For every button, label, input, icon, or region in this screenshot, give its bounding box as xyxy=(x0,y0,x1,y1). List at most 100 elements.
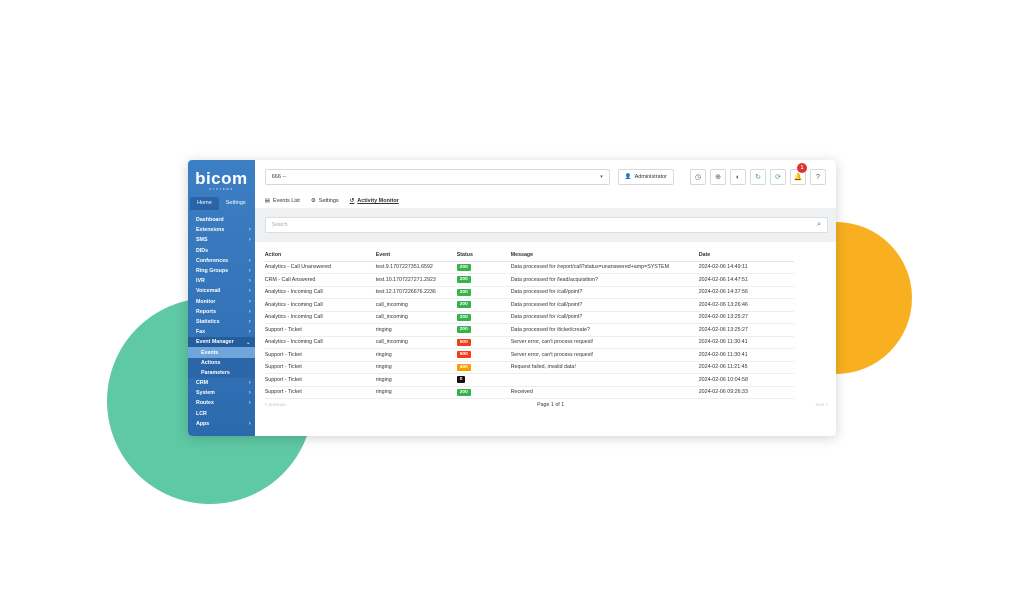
cell-date: 2024-02-06 09:26:33 xyxy=(698,386,794,399)
refresh-icon[interactable]: ↻ xyxy=(750,169,766,185)
table-row[interactable]: Support - Ticket ringing 200 Received 2024-0… xyxy=(264,386,794,399)
cell-status: 200 xyxy=(456,386,511,399)
table-row[interactable]: Analytics - Call Unanswered test.9.170722… xyxy=(264,261,794,274)
search-icon[interactable]: ⌕ xyxy=(817,221,821,229)
sidebar-item-system[interactable]: System › xyxy=(188,388,255,398)
cell-action: CRM - Call Answered xyxy=(264,273,376,287)
status-badge: 200 xyxy=(456,313,471,321)
chevron-right-icon: › xyxy=(248,278,251,285)
chevron-right-icon: › xyxy=(248,420,251,427)
app-window: bicom SYSTEMS Home Settings Dashboard Ext… xyxy=(188,160,836,436)
sidebar-item-label: Ring Groups xyxy=(196,268,229,275)
cell-message: Received xyxy=(510,386,699,399)
sidebar-item-ivr[interactable]: IVR › xyxy=(188,276,255,286)
settings-link[interactable]: ⚙ Settings xyxy=(311,198,339,204)
tenant-select[interactable]: 666 -- ▾ xyxy=(264,169,610,185)
sidebar-item-apps[interactable]: Apps › xyxy=(188,419,255,429)
col-event[interactable]: Event xyxy=(375,249,457,262)
sidebar-item-monitor[interactable]: Monitor › xyxy=(188,297,255,307)
main-panel: 666 -- ▾ 👤 Administrator ◷ ⊕ ◐ ↻ ⟳ 🔔 1 ?… xyxy=(254,160,836,436)
chevron-right-icon: › xyxy=(248,308,251,315)
logo-text: bicom xyxy=(195,168,248,188)
col-action[interactable]: Action xyxy=(264,249,376,262)
cell-action: Analytics - Incoming Call xyxy=(264,286,376,299)
cell-status: 200 xyxy=(456,261,511,274)
sidebar-item-lcr[interactable]: LCR xyxy=(188,409,255,419)
cell-date: 2024-02-06 11:21:45 xyxy=(698,361,794,374)
events-table: Action Event Status Message Date Analyti… xyxy=(264,249,794,399)
sidebar-item-conferences[interactable]: Conferences › xyxy=(188,256,255,266)
logo[interactable]: bicom SYSTEMS xyxy=(188,160,255,195)
sidebar-item-reports[interactable]: Reports › xyxy=(188,307,255,317)
sidebar-item-routex[interactable]: Routex › xyxy=(188,398,255,408)
cell-status: 500 xyxy=(456,336,511,349)
cell-action: Support - Ticket xyxy=(264,361,376,374)
cell-message: Data processed for /ticket/create? xyxy=(510,323,699,337)
tab-home[interactable]: Home xyxy=(190,197,219,210)
col-status[interactable]: Status xyxy=(456,249,511,262)
sync-icon[interactable]: ⟳ xyxy=(770,169,786,185)
cell-date: 2024-02-06 14:49:11 xyxy=(698,261,794,274)
sidebar-item-sms[interactable]: SMS › xyxy=(188,235,255,245)
search-input[interactable]: Search ⌕ xyxy=(264,217,828,233)
clock-icon[interactable]: ◷ xyxy=(690,169,706,185)
cell-action: Support - Ticket xyxy=(264,386,376,399)
sidebar-item-event-manager[interactable]: Event Manager ⌄ xyxy=(188,337,255,348)
chevron-right-icon: › xyxy=(248,257,251,264)
cell-event: test.9.1707227351.6592 xyxy=(375,261,457,274)
prev-page-link[interactable]: < previous xyxy=(265,402,286,408)
col-date[interactable]: Date xyxy=(698,249,794,262)
sidebar-item-label: Event Manager xyxy=(196,339,234,346)
sidebar-subitem-parameters[interactable]: Parameters xyxy=(188,367,255,378)
events-list-link[interactable]: ▤ Events List xyxy=(265,198,300,204)
sidebar-item-fax[interactable]: Fax › xyxy=(188,327,255,337)
next-page-link[interactable]: next > xyxy=(816,402,828,408)
table-row[interactable]: Support - Ticket ringing 500 Server error, … xyxy=(264,348,794,362)
table-body: Analytics - Call Unanswered test.9.170722… xyxy=(264,261,794,399)
sidebar-item-label: DIDs xyxy=(196,247,209,254)
chevron-right-icon: › xyxy=(248,380,251,387)
table-row[interactable]: Analytics - Incoming Call call_incoming 50… xyxy=(264,336,794,349)
cell-message: Request failed, invalid data! xyxy=(510,361,699,374)
tab-settings[interactable]: Settings xyxy=(219,197,253,210)
sidebar-item-dids[interactable]: DIDs xyxy=(188,246,255,256)
table-row[interactable]: Support - Ticket ringing 400 Request failed… xyxy=(264,361,794,374)
cell-event: ringing xyxy=(375,386,457,399)
table-row[interactable]: Support - Ticket ringing 0 2024-02-06 10:04… xyxy=(264,373,794,387)
settings-label: Settings xyxy=(318,198,339,204)
user-icon: 👤 xyxy=(624,174,632,180)
sidebar-subitem-events[interactable]: Events xyxy=(188,347,255,358)
help-button[interactable]: ? xyxy=(810,169,826,185)
table-row[interactable]: Analytics - Incoming Call call_incoming 20… xyxy=(264,298,794,312)
sidebar-subitem-actions[interactable]: Actions xyxy=(188,357,255,368)
cell-event: test.12.1707226676.2236 xyxy=(375,286,457,299)
table-row[interactable]: CRM - Call Answered test.10.1707227271.29… xyxy=(264,273,794,287)
sidebar-item-statistics[interactable]: Statistics › xyxy=(188,317,255,327)
crosshair-icon[interactable]: ⊕ xyxy=(710,169,726,185)
status-badge: 500 xyxy=(456,338,471,346)
sidebar-item-crm[interactable]: CRM › xyxy=(188,378,255,388)
chevron-right-icon: › xyxy=(248,298,251,305)
cell-event: call_incoming xyxy=(375,311,457,324)
cell-event: ringing xyxy=(375,323,457,337)
activity-monitor-link[interactable]: ↺ Activity Monitor xyxy=(350,198,399,204)
sidebar-item-label: Conferences xyxy=(196,257,229,264)
chevron-down-icon: ⌄ xyxy=(245,339,251,346)
notification-badge: 1 xyxy=(797,163,807,173)
table-row[interactable]: Analytics - Incoming Call call_incoming 20… xyxy=(264,311,794,324)
sidebar-item-dashboard[interactable]: Dashboard xyxy=(188,215,255,225)
table-row[interactable]: Support - Ticket ringing 200 Data processed… xyxy=(264,323,794,337)
sidebar-item-extensions[interactable]: Extensions › xyxy=(188,225,255,235)
cell-message: Data processed for /call/point? xyxy=(510,286,699,299)
bell-icon[interactable]: 🔔 1 xyxy=(790,163,807,185)
stage: bicom SYSTEMS Home Settings Dashboard Ext… xyxy=(0,0,1024,596)
sidebar-item-label: SMS xyxy=(196,237,208,244)
sidebar: bicom SYSTEMS Home Settings Dashboard Ext… xyxy=(188,160,255,436)
user-menu-button[interactable]: 👤 Administrator xyxy=(617,169,674,185)
col-message[interactable]: Message xyxy=(510,249,699,262)
sidebar-item-ring-groups[interactable]: Ring Groups › xyxy=(188,266,255,276)
table-row[interactable]: Analytics - Incoming Call test.12.1707226… xyxy=(264,286,794,299)
sidebar-item-voicemail[interactable]: Voicemail › xyxy=(188,286,255,296)
globe-icon[interactable]: ◐ xyxy=(730,169,746,185)
search-placeholder: Search xyxy=(271,222,288,228)
